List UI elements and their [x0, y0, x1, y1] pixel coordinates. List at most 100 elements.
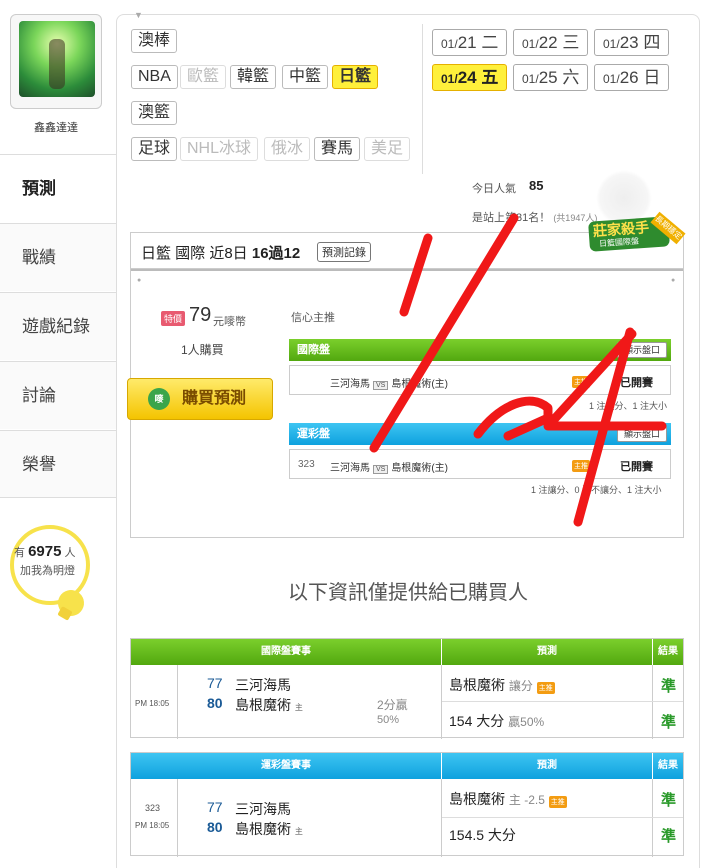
date-0124[interactable]: 01/24 五	[432, 64, 508, 91]
coin-icon: 嘜	[148, 388, 170, 410]
intl-odds-header: 國際盤 顯示盤口	[289, 339, 671, 361]
purchaser-notice: 以下資訊僅提供給已購買人	[288, 582, 528, 604]
game-time: PM 18:05	[135, 699, 170, 708]
home-mark: 主	[294, 827, 303, 836]
sport-tag-horse-racing[interactable]: 賽馬	[314, 137, 361, 161]
sport-tag-soccer[interactable]: 足球	[131, 137, 178, 161]
nav-honor[interactable]: 榮譽	[0, 430, 116, 498]
spread-percent: 50%	[377, 714, 400, 726]
buyer-count: 1人購買	[181, 343, 224, 357]
game-status: 已開賽	[620, 377, 653, 389]
card-title-record: 16過12	[251, 245, 301, 262]
divider	[441, 779, 442, 857]
away-team: 三河海馬	[235, 677, 291, 693]
prediction-2: 154 大分 贏50%	[449, 711, 544, 731]
nav-discussion[interactable]: 討論	[0, 361, 116, 429]
sport-tag-aus-baseball[interactable]: 澳棒	[131, 29, 178, 53]
lottery-result-table: 運彩盤賽事 預測 結果 323 PM 18:05 77 三河海馬 80 島根魔術…	[130, 752, 684, 857]
date-weekday: 日	[643, 68, 661, 87]
avatar-image	[19, 21, 95, 97]
divider	[177, 665, 178, 739]
divider	[422, 24, 423, 174]
collapse-chevron-icon[interactable]: ▼	[134, 10, 143, 20]
date-day: 23	[619, 33, 639, 52]
banker-killer-badge: 莊家殺手 日籃國際盤 長期穩定	[585, 207, 686, 259]
popularity-value: 85	[529, 178, 544, 193]
away-team: 三河海馬	[330, 379, 370, 390]
buy-prediction-button[interactable]: 嘜 購買預測	[127, 378, 273, 420]
card-body: ● ● 特價 79 元嘜幣 1人購買 嘜 購買預測 信心主推 國際盤 顯示盤口 …	[127, 269, 683, 537]
date-month: 01/	[441, 37, 458, 51]
nav-record[interactable]: 戰績	[0, 223, 116, 291]
sport-tag-russia-hockey: 俄冰	[264, 137, 311, 161]
date-weekday: 五	[481, 68, 499, 87]
prediction-1: 島根魔術 讓分 主推	[449, 675, 555, 695]
pred-team: 島根魔術	[449, 677, 505, 693]
sport-tag-aus-basketball[interactable]: 澳籃	[131, 101, 178, 125]
confidence-label: 信心主推	[291, 312, 335, 324]
lottery-match-row: 323 三河海馬 VS 島根魔術(主) 主推 已開賽	[289, 449, 671, 479]
sport-tag-china-basketball[interactable]: 中籃	[282, 65, 329, 89]
date-weekday: 三	[562, 33, 580, 52]
sport-tag-euro-basketball: 歐籃	[180, 65, 227, 89]
username[interactable]: 鑫鑫達達	[0, 119, 112, 135]
home-team-cell: 島根魔術 主	[235, 695, 303, 715]
col-header-match: 國際盤賽事	[131, 639, 441, 665]
rivet-icon: ●	[137, 277, 142, 284]
result-correct: 準	[661, 714, 677, 731]
price-unit: 元嘜幣	[213, 316, 246, 328]
date-day: 26	[619, 68, 639, 87]
lottery-odds-header: 運彩盤 顯示盤口	[289, 423, 671, 445]
home-team: 島根魔術	[235, 697, 291, 713]
result-correct: 準	[661, 828, 677, 845]
home-team: 島根魔術	[235, 821, 291, 837]
date-month: 01/	[441, 72, 458, 86]
away-score: 77	[207, 799, 223, 815]
main-pick-badge: 主推	[548, 796, 567, 808]
date-day: 21	[457, 33, 477, 52]
date-month: 01/	[522, 37, 539, 51]
date-0126[interactable]: 01/26 日	[594, 64, 670, 91]
prediction-card: 日籃 國際 近8日 16過12 預測記錄 莊家殺手 日籃國際盤 長期穩定 ● ●…	[127, 211, 686, 538]
spread-result: 2分贏	[377, 698, 408, 712]
date-0123[interactable]: 01/23 四	[594, 29, 670, 56]
date-month: 01/	[603, 37, 620, 51]
away-team: 三河海馬	[235, 801, 291, 817]
nav-prediction[interactable]: 預測	[0, 154, 116, 222]
rivet-icon: ●	[671, 277, 676, 284]
date-0125[interactable]: 01/25 六	[513, 64, 589, 91]
home-team-cell: 島根魔術 主	[235, 819, 303, 839]
show-odds-button[interactable]: 顯示盤口	[616, 342, 667, 358]
main-pick-badge: 主推	[572, 376, 590, 388]
rank-main: 是站上第31名！	[472, 212, 551, 224]
home-team: 島根魔術(主)	[391, 379, 449, 390]
sport-tag-japan-basketball[interactable]: 日籃	[332, 65, 379, 89]
lottery-bet-note: 1 注讓分、0 注不讓分、1 注大小	[531, 485, 662, 495]
sport-tag-nba[interactable]: NBA	[131, 65, 178, 89]
away-team: 三河海馬	[330, 463, 370, 474]
col-header-prediction: 預測	[442, 753, 652, 779]
date-month: 01/	[603, 72, 620, 86]
show-odds-button[interactable]: 顯示盤口	[616, 426, 667, 442]
sport-tag-korea-basketball[interactable]: 韓籃	[230, 65, 277, 89]
price-value: 79	[189, 304, 212, 326]
main-pick-badge: 主推	[572, 460, 590, 472]
fan-count: 有 6975 人	[14, 543, 76, 560]
result-correct: 準	[661, 678, 677, 695]
date-0121[interactable]: 01/21 二	[432, 29, 508, 56]
divider	[652, 779, 653, 857]
follow-label[interactable]: 加我為明燈	[20, 562, 75, 578]
game-time: PM 18:05	[135, 821, 170, 830]
intl-bet-note: 1 注讓分、1 注大小	[589, 401, 668, 411]
date-0122[interactable]: 01/22 三	[513, 29, 589, 56]
date-day: 24	[457, 68, 477, 87]
prediction-1: 島根魔術 主 -2.5 主推	[449, 789, 567, 809]
lottery-match: 三河海馬 VS 島根魔術(主)	[330, 459, 448, 474]
away-score: 77	[207, 675, 223, 691]
nav-game-log[interactable]: 遊戲紀錄	[0, 292, 116, 360]
prediction-record-button[interactable]: 預測記錄	[317, 242, 371, 262]
vs-icon: VS	[373, 381, 389, 390]
sidebar: 鑫鑫達達 預測 戰績 遊戲紀錄 討論 榮譽 有 6975 人 加我為明燈	[0, 0, 116, 868]
lottery-header-label: 運彩盤	[297, 428, 330, 440]
avatar[interactable]	[10, 14, 102, 109]
